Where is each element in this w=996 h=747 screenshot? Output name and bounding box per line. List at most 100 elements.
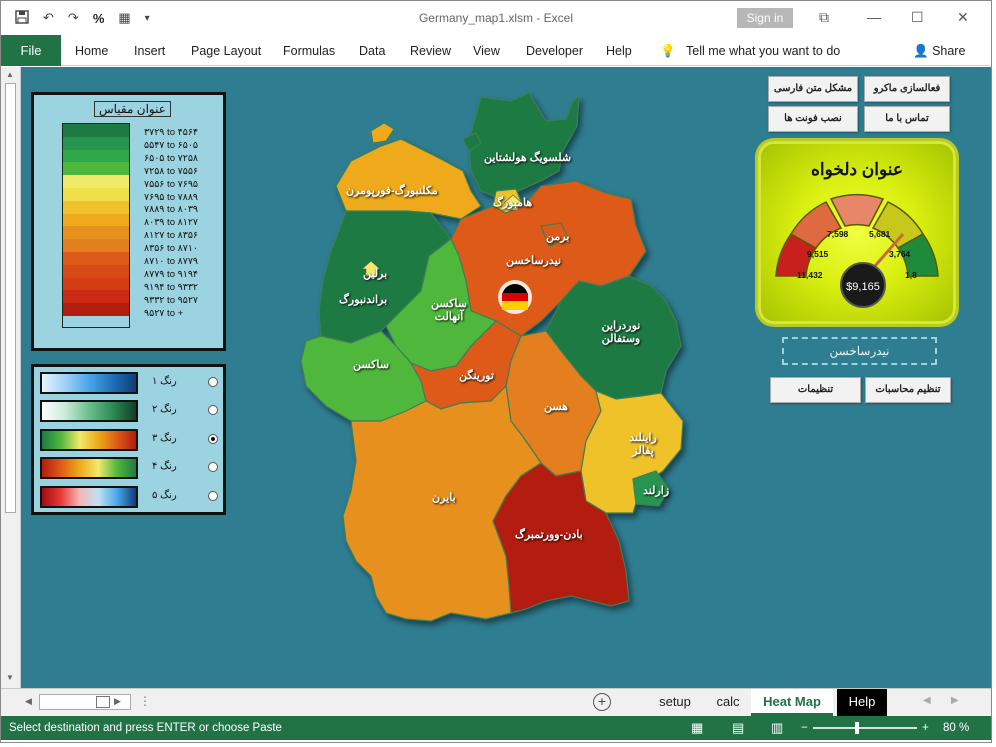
prev-sheet-icon[interactable]: ◀ (25, 696, 32, 707)
gauge-tick: 3,764 (889, 249, 911, 259)
zoom-out-icon[interactable]: − (801, 716, 808, 740)
palette-option[interactable]: رنگ ۳ (40, 429, 220, 451)
next-sheet-icon[interactable]: ▶ (114, 696, 121, 707)
legend-swatch (63, 124, 129, 137)
legend-swatch (63, 226, 129, 240)
legend-range-label: ۵۵۴۷ to ۶۵۰۵ (144, 139, 199, 151)
tab-scroll-right-icon[interactable]: ▶ (951, 695, 959, 706)
maximize-icon[interactable]: ☐ (911, 9, 924, 26)
status-message: Select destination and press ENTER or ch… (9, 722, 282, 734)
sheet-tab-setup[interactable]: setup (651, 689, 699, 716)
tab-help[interactable]: Help (606, 44, 632, 58)
tab-home[interactable]: Home (75, 44, 108, 58)
region-mecklenburg[interactable] (335, 138, 482, 220)
close-icon[interactable]: ✕ (957, 9, 969, 26)
install-fonts-button[interactable]: نصب فونت ها (768, 106, 858, 132)
legend-swatch (63, 290, 129, 304)
tab-data[interactable]: Data (359, 44, 385, 58)
map-label-sachsen-anhalt: ساکسن آنهالت (431, 298, 467, 323)
horizontal-scrollbar[interactable]: ▶ (39, 694, 131, 710)
normal-view-icon[interactable]: ▦ (691, 716, 703, 740)
map-label-nrw: نوردراین وستفالن (601, 320, 641, 345)
palette-option[interactable]: رنگ ۲ (40, 400, 220, 422)
status-bar: Select destination and press ENTER or ch… (1, 716, 991, 740)
palette-radio[interactable] (208, 462, 218, 472)
palette-radio[interactable] (208, 434, 218, 444)
palette-label: رنگ ۴ (152, 461, 177, 472)
legend-range-label: ۸۰۳۹ to ۸۱۲۷ (144, 217, 199, 229)
legend-swatch (63, 149, 129, 163)
share-button[interactable]: 👤 Share (913, 44, 965, 59)
tab-insert[interactable]: Insert (134, 44, 165, 58)
tab-scroll-left-icon[interactable]: ◀ (923, 695, 931, 706)
legend-range-label: ۸۷۱۰ to ۸۷۷۹ (144, 256, 199, 268)
calc-settings-button[interactable]: تنظیم محاسبات (865, 377, 951, 403)
palette-gradient (40, 372, 138, 394)
page-layout-view-icon[interactable]: ▤ (732, 716, 744, 740)
share-label: Share (932, 44, 966, 58)
tab-review[interactable]: Review (410, 44, 451, 58)
legend-swatch (63, 162, 129, 176)
legend-swatch (63, 136, 129, 150)
palette-label: رنگ ۵ (152, 490, 177, 501)
minimize-icon[interactable]: — (867, 9, 881, 25)
tab-page-layout[interactable]: Page Layout (191, 44, 261, 58)
title-bar: ↶ ↷ % ▦ ▾ Germany_map1.xlsm - Excel Sign… (1, 1, 991, 35)
gauge-widget: عنوان دلخواه 11,432 9,515 7,598 5,681 3,… (758, 141, 956, 324)
legend-range-label: ۶۵۰۵ to ۷۲۵۸ (144, 152, 199, 164)
palette-gradient (40, 429, 138, 451)
tab-file[interactable]: File (1, 35, 61, 66)
more-options-icon[interactable]: ⋮ (139, 694, 151, 708)
contact-us-button[interactable]: تماس با ما (864, 106, 950, 132)
palette-label: رنگ ۱ (152, 376, 177, 387)
tell-me-search[interactable]: Tell me what you want to do (686, 44, 840, 58)
legend-range-label: ۸۱۲۷ to ۸۳۵۶ (144, 230, 199, 242)
legend-swatch (63, 251, 129, 265)
palette-label: رنگ ۲ (152, 404, 177, 415)
germany-flag-marker (498, 280, 532, 314)
palette-option[interactable]: رنگ ۴ (40, 457, 220, 479)
map-label-hamburg: هامبورگ (493, 197, 533, 209)
sheet-tab-calc[interactable]: calc (707, 689, 749, 716)
zoom-slider-thumb[interactable] (855, 722, 859, 734)
zoom-slider[interactable] (813, 722, 917, 734)
legend-range-label: ۷۵۵۶ to ۷۶۹۵ (144, 178, 199, 190)
zoom-in-icon[interactable]: + (922, 716, 929, 740)
persian-text-button[interactable]: مشکل متن فارسی (768, 76, 858, 102)
page-break-view-icon[interactable]: ▥ (771, 716, 783, 740)
palette-radio[interactable] (208, 491, 218, 501)
hscroll-thumb[interactable] (96, 696, 110, 708)
tab-developer[interactable]: Developer (526, 44, 583, 58)
selected-region-box[interactable]: نیدرساخسن (782, 337, 937, 365)
map-label-schleswig: شلسویگ هولشتاین (484, 152, 572, 164)
map-label-brandenburg: براندنبورگ (339, 294, 388, 306)
legend-range-label: ۹۱۹۴ to ۹۳۳۲ (144, 281, 199, 293)
legend-range-label: ۸۳۵۶ to ۸۷۱۰ (144, 243, 199, 255)
legend-swatch (63, 264, 129, 278)
palette-label: رنگ ۳ (152, 433, 177, 444)
map-label-berlin: برلین (363, 268, 388, 280)
add-sheet-icon[interactable]: + (593, 693, 611, 711)
gauge-tick: 7,598 (827, 229, 849, 239)
window-title: Germany_map1.xlsm - Excel (418, 11, 574, 25)
enable-macro-button[interactable]: فعالسازی ماکرو (864, 76, 950, 102)
map-label-saarland: زارلند (643, 485, 670, 497)
gauge-tick: 11,432 (797, 270, 823, 280)
legend-swatch (63, 213, 129, 227)
palette-radio[interactable] (208, 405, 218, 415)
palette-option[interactable]: رنگ ۱ (40, 372, 220, 394)
excel-window: ↶ ↷ % ▦ ▾ Germany_map1.xlsm - Excel Sign… (0, 0, 992, 743)
sheet-tab-help[interactable]: Help (837, 689, 887, 716)
palette-gradient (40, 400, 138, 422)
tab-formulas[interactable]: Formulas (283, 44, 335, 58)
sheet-tab-heatmap[interactable]: Heat Map (751, 689, 833, 716)
sign-in-button[interactable]: Sign in (737, 8, 793, 28)
palette-option[interactable]: رنگ ۵ (40, 486, 220, 508)
zoom-level[interactable]: 80 % (943, 716, 969, 740)
palette-radio[interactable] (208, 377, 218, 387)
tab-view[interactable]: View (473, 44, 500, 58)
settings-button[interactable]: تنظیمات (770, 377, 861, 403)
sheet-tab-bar: ◀ ▶ ⋮ + setup calc Heat Map Help ◀ ▶ (1, 688, 991, 716)
ribbon-display-icon[interactable]: ⧉ (819, 9, 829, 26)
map-label-mecklenburg: مکلنبورگ-فورپومرن (346, 185, 438, 197)
